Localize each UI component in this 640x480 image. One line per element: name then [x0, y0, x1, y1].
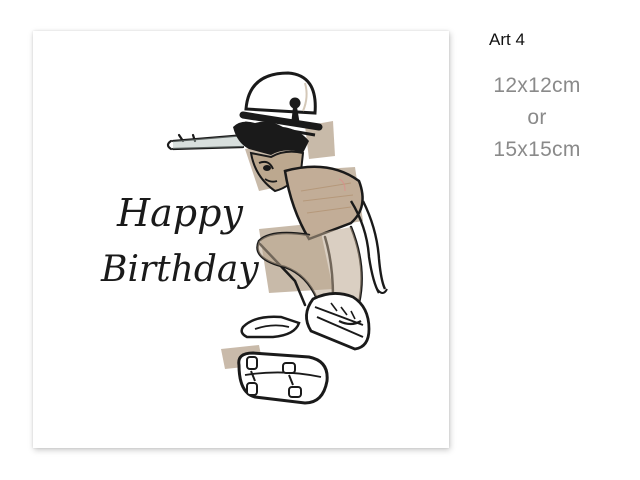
greeting-happy: Happy — [116, 191, 243, 235]
size-separator: or — [527, 106, 547, 129]
skateboarder-illustration: Happy Birthday — [100, 71, 388, 405]
size-option-large: 15x15cm — [493, 138, 581, 161]
art-title: Art 4 — [489, 30, 525, 49]
greeting-birthday: Birthday — [100, 249, 259, 290]
sneakers — [240, 292, 371, 351]
product-display: Happy Birthday Art 4 12x12cm or 15x15cm — [0, 0, 640, 480]
skateboard — [237, 351, 329, 405]
birthday-card[interactable]: Happy Birthday — [33, 31, 449, 448]
size-option-small: 12x12cm — [493, 74, 581, 97]
